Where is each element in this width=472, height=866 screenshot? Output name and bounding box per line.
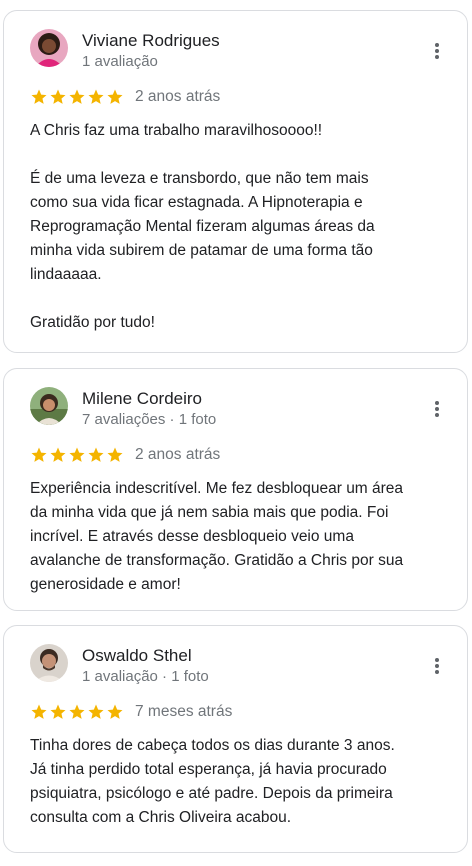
avatar[interactable] [30, 29, 68, 67]
star-icon [31, 447, 47, 462]
reviewer-name[interactable]: Oswaldo Sthel [82, 646, 192, 666]
star-icon [88, 447, 104, 462]
reviewer-meta: 7 avaliações · 1 foto [82, 411, 217, 428]
star-icon [88, 89, 104, 104]
more-vert-icon[interactable] [429, 399, 445, 419]
star-icon [31, 89, 47, 104]
rating-row: 2 anos atrás [30, 88, 220, 106]
reviewer-meta: 1 avaliação · 1 foto [82, 668, 209, 685]
star-icon [88, 704, 104, 719]
review-date: 2 anos atrás [135, 88, 221, 105]
review-text: Tinha dores de cabeça todos os dias dura… [30, 737, 395, 826]
avatar[interactable] [30, 387, 68, 425]
star-icon [107, 704, 123, 719]
star-icon [50, 89, 66, 104]
reviewer-name[interactable]: Viviane Rodrigues [82, 31, 220, 51]
reviewer-meta: 1 avaliação [82, 53, 158, 70]
star-icon [50, 704, 66, 719]
more-vert-icon[interactable] [429, 41, 445, 61]
review-date: 7 meses atrás [135, 703, 233, 720]
star-icon [69, 89, 85, 104]
star-icon [31, 704, 47, 719]
review-date: 2 anos atrás [135, 446, 221, 463]
avatar[interactable] [30, 644, 68, 682]
review-text: A Chris faz uma trabalho maravilhosoooo!… [30, 122, 375, 331]
review-card: Viviane Rodrigues 1 avaliação 2 anos atr… [3, 10, 468, 353]
star-rating [30, 88, 124, 106]
review-card: Oswaldo Sthel 1 avaliação · 1 foto 7 mes… [3, 625, 468, 853]
star-rating [30, 446, 124, 464]
star-icon [69, 447, 85, 462]
rating-row: 7 meses atrás [30, 703, 232, 721]
star-icon [107, 89, 123, 104]
star-rating [30, 703, 124, 721]
review-card: Milene Cordeiro 7 avaliações · 1 foto 2 … [3, 368, 468, 611]
star-icon [50, 447, 66, 462]
reviewer-name[interactable]: Milene Cordeiro [82, 389, 202, 409]
review-text: Experiência indescritível. Me fez desblo… [30, 480, 404, 593]
star-icon [69, 704, 85, 719]
rating-row: 2 anos atrás [30, 446, 220, 464]
star-icon [107, 447, 123, 462]
more-vert-icon[interactable] [429, 656, 445, 676]
